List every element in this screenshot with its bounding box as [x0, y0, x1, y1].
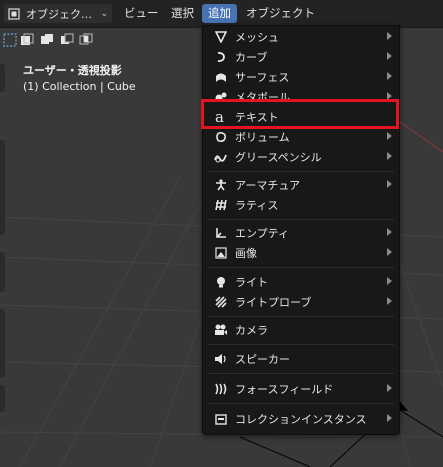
toolbar-strip[interactable]: [0, 309, 5, 377]
grease-pencil-icon: [214, 150, 228, 164]
select-new-icon[interactable]: [20, 33, 34, 47]
menu-item-volume[interactable]: ボリューム: [203, 127, 399, 147]
submenu-arrow-icon: [387, 132, 392, 140]
menu-separator: [208, 316, 394, 317]
menu-item-label: ボリューム: [235, 131, 290, 144]
light-icon: [214, 275, 228, 289]
empty-icon: [214, 226, 228, 240]
menu-separator: [208, 373, 394, 374]
toolbar-strip[interactable]: [0, 385, 5, 412]
force-field-icon: [214, 382, 228, 396]
selection-info: (1) Collection | Cube: [23, 80, 136, 93]
select-box-icon[interactable]: [3, 33, 17, 47]
menu-separator: [208, 219, 394, 220]
select-intersect-icon[interactable]: [79, 33, 93, 47]
menu-item-lattice[interactable]: ラティス: [203, 195, 399, 215]
menu-item-surface[interactable]: サーフェス: [203, 67, 399, 87]
toolbar-strip[interactable]: [0, 140, 5, 235]
menu-item-armature[interactable]: アーマチュア: [203, 175, 399, 195]
menu-select[interactable]: 選択: [165, 4, 200, 23]
menu-separator: [208, 403, 394, 404]
toolbar-strip[interactable]: [0, 252, 5, 292]
submenu-arrow-icon: [387, 180, 392, 188]
speaker-icon: [214, 352, 228, 366]
menu-item-label: スピーカー: [235, 353, 290, 366]
menu-item-label: エンプティ: [235, 227, 290, 240]
submenu-arrow-icon: [387, 414, 392, 422]
mesh-icon: [214, 30, 228, 44]
menu-item-grease-pencil[interactable]: グリースペンシル: [203, 147, 399, 167]
menu-item-label: メッシュ: [235, 31, 279, 44]
header-bar: オブジェク… ⌄ ビュー 選択 追加 オブジェクト: [0, 0, 443, 28]
menu-item-label: グリースペンシル: [235, 151, 322, 164]
menu-item-label: カメラ: [235, 324, 268, 337]
menu-item-light[interactable]: ライト: [203, 272, 399, 292]
select-extend-icon[interactable]: [40, 33, 54, 47]
submenu-arrow-icon: [387, 297, 392, 305]
volume-icon: [214, 130, 228, 144]
menu-item-mesh[interactable]: メッシュ: [203, 27, 399, 47]
menu-item-label: アーマチュア: [235, 179, 301, 192]
light-probe-icon: [214, 295, 228, 309]
chevron-down-icon: ⌄: [100, 8, 108, 19]
image-icon: [214, 246, 228, 260]
add-menu-dropdown: メッシュ カーブ サーフェス メタボール a テキスト ボリューム グリースペン…: [202, 25, 400, 435]
submenu-arrow-icon: [387, 72, 392, 80]
menu-item-force-field[interactable]: フォースフィールド: [203, 379, 399, 399]
menu-object[interactable]: オブジェクト: [240, 4, 321, 23]
menu-item-label: サーフェス: [235, 71, 290, 84]
menu-item-label: ライト: [235, 276, 268, 289]
submenu-arrow-icon: [387, 32, 392, 40]
menu-separator: [208, 171, 394, 172]
menu-view[interactable]: ビュー: [118, 4, 165, 23]
submenu-arrow-icon: [387, 277, 392, 285]
submenu-arrow-icon: [387, 384, 392, 392]
submenu-arrow-icon: [387, 228, 392, 236]
surface-icon: [214, 70, 228, 84]
camera-icon: [214, 323, 228, 337]
menu-item-label: フォースフィールド: [235, 383, 334, 396]
menu-separator: [208, 344, 394, 345]
text-item-highlight-box: [201, 99, 399, 129]
curve-icon: [214, 50, 228, 64]
menu-item-empty[interactable]: エンプティ: [203, 223, 399, 243]
menu-item-label: コレクションインスタンス: [235, 413, 367, 426]
menu-item-light-probe[interactable]: ライトプローブ: [203, 292, 399, 312]
mode-selector[interactable]: オブジェク… ⌄: [4, 4, 112, 23]
collection-instance-icon: [214, 412, 228, 426]
menu-item-curve[interactable]: カーブ: [203, 47, 399, 67]
menu-item-image[interactable]: 画像: [203, 243, 399, 263]
menu-item-collection-instance[interactable]: コレクションインスタンス: [203, 409, 399, 429]
menu-separator: [208, 267, 394, 268]
mode-label: オブジェク…: [26, 7, 92, 21]
menu-item-label: ラティス: [235, 199, 279, 212]
submenu-arrow-icon: [387, 248, 392, 256]
menu-add[interactable]: 追加: [202, 4, 237, 23]
view-name: ユーザー・透視投影: [23, 64, 122, 77]
menu-item-label: 画像: [235, 247, 257, 260]
submenu-arrow-icon: [387, 152, 392, 160]
armature-icon: [214, 178, 228, 192]
menu-item-speaker[interactable]: スピーカー: [203, 349, 399, 369]
toolbar-strip[interactable]: [0, 64, 5, 92]
lattice-icon: [214, 198, 228, 212]
menu-item-camera[interactable]: カメラ: [203, 320, 399, 340]
menu-item-label: カーブ: [235, 51, 268, 64]
menu-item-label: ライトプローブ: [235, 296, 312, 309]
object-mode-icon: [8, 7, 20, 20]
select-subtract-icon[interactable]: [60, 33, 74, 47]
submenu-arrow-icon: [387, 52, 392, 60]
